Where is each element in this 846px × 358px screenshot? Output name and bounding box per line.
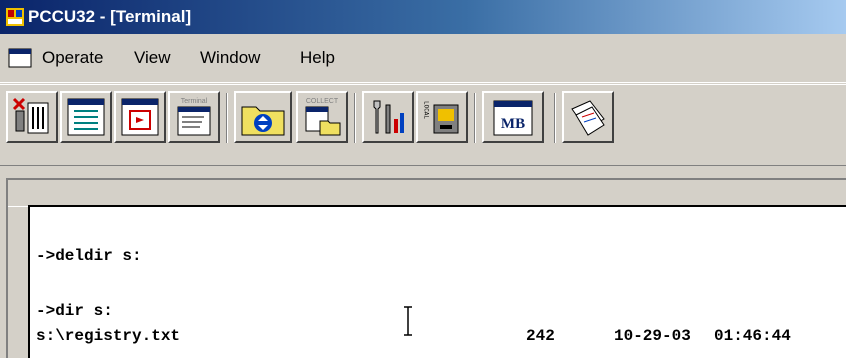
collect-icon-label: COLLECT <box>306 98 339 105</box>
entry-screen-icon <box>67 98 105 136</box>
title-bar[interactable]: PCCU32 - [Terminal] <box>0 0 846 34</box>
collect-button[interactable]: COLLECT <box>296 91 348 143</box>
mb-icon: MB <box>493 100 533 136</box>
terminal-file-size: 242 <box>526 327 555 345</box>
terminal-icon-label: Terminal <box>181 98 208 105</box>
toolbar: Terminal COLLECT LOCAL MB <box>0 84 846 166</box>
toolbar-separator <box>554 93 556 143</box>
folder-sync-icon <box>241 106 285 136</box>
collect-icon: COLLECT <box>305 98 341 136</box>
local-icon: LOCAL <box>423 101 459 134</box>
toolbar-separator <box>354 93 356 143</box>
terminal-line: ->dir s: <box>36 302 113 320</box>
window-refresh-icon <box>121 98 159 136</box>
toolbar-separator <box>474 93 476 143</box>
local-button[interactable]: LOCAL <box>416 91 468 143</box>
window-title: PCCU32 - [Terminal] <box>28 7 192 26</box>
report-button[interactable] <box>562 91 614 143</box>
terminal-line-filename: s:\registry.txt <box>36 327 181 345</box>
local-icon-label: LOCAL <box>423 101 430 119</box>
report-icon <box>571 100 605 136</box>
app-icon <box>6 8 24 26</box>
terminal-icon: Terminal <box>177 98 211 136</box>
terminal-line: ->deldir s: <box>36 247 142 265</box>
menu-operate[interactable]: Operate <box>42 48 103 68</box>
menu-help[interactable]: Help <box>300 48 335 68</box>
tools-button[interactable] <box>362 91 414 143</box>
ibeam-cursor-icon <box>404 306 412 336</box>
disconnect-button[interactable] <box>6 91 58 143</box>
document-window-icon[interactable] <box>8 48 32 68</box>
mb-button[interactable]: MB <box>482 91 544 143</box>
tools-icon <box>373 100 404 134</box>
toolbar-separator <box>226 93 228 143</box>
menu-view[interactable]: View <box>134 48 171 68</box>
terminal-file-time: 01:46:44 <box>714 327 791 345</box>
menu-window[interactable]: Window <box>200 48 260 68</box>
terminal-button[interactable]: Terminal <box>168 91 220 143</box>
disconnect-icon <box>12 97 49 134</box>
refresh-window-button[interactable] <box>114 91 166 143</box>
entry-screen-button[interactable] <box>60 91 112 143</box>
menu-bar: Operate View Window Help <box>0 34 846 83</box>
mb-icon-label: MB <box>501 116 525 132</box>
terminal-output[interactable]: ->deldir s: ->dir s: s:\registry.txt 242… <box>28 205 846 358</box>
folder-sync-button[interactable] <box>234 91 292 143</box>
terminal-file-date: 10-29-03 <box>614 327 691 345</box>
